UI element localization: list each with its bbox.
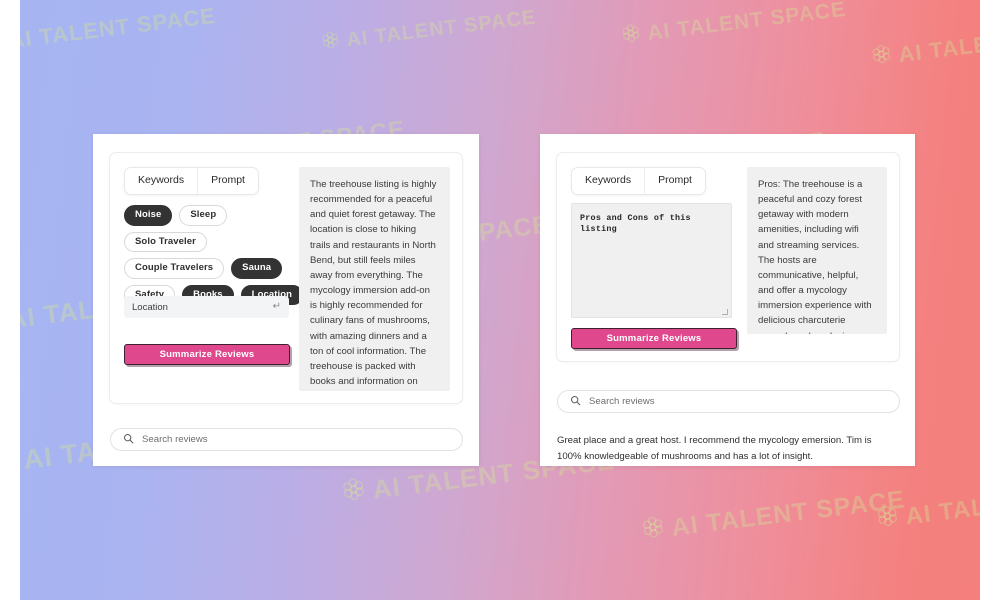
- watermark: AI TALENT SPACE: [869, 16, 980, 73]
- watermark-label: AI TALENT SPACE: [904, 476, 980, 531]
- watermark-label: AI TALENT SPACE: [20, 2, 218, 54]
- summary-output-right: Pros: The treehouse is a peaceful and co…: [747, 167, 887, 334]
- watermark: AI TALENT SPACE: [319, 5, 537, 57]
- prompt-card: Keywords Prompt Pros and Cons of this li…: [540, 134, 915, 466]
- search-reviews-bar-left[interactable]: Search reviews: [110, 428, 463, 451]
- search-input-left[interactable]: Search reviews: [142, 434, 208, 445]
- tab-group-right: Keywords Prompt: [571, 167, 706, 195]
- chip-sleep[interactable]: Sleep: [179, 205, 228, 226]
- flower-cluster-icon: [639, 513, 668, 548]
- summarize-reviews-button-right[interactable]: Summarize Reviews: [571, 328, 737, 349]
- chip-noise[interactable]: Noise: [124, 205, 173, 226]
- watermark-label: AI TALENT SPACE: [897, 17, 980, 68]
- tab-group-left: Keywords Prompt: [124, 167, 259, 195]
- search-icon: [570, 393, 581, 411]
- location-input-value: Location: [132, 301, 168, 313]
- prompt-textarea-value: Pros and Cons of this listing: [580, 213, 691, 234]
- flower-cluster-icon: [619, 21, 643, 50]
- search-icon: [123, 431, 134, 449]
- resize-handle-icon[interactable]: [722, 309, 729, 316]
- prompt-textarea[interactable]: Pros and Cons of this listing: [571, 203, 732, 318]
- summarize-reviews-button-left[interactable]: Summarize Reviews: [124, 344, 290, 365]
- chip-sauna[interactable]: Sauna: [231, 258, 283, 279]
- flower-cluster-icon: [874, 503, 902, 537]
- flower-cluster-icon: [869, 42, 894, 72]
- watermark-label: AI TALENT SPACE: [646, 0, 848, 45]
- watermark: AI TALENT SPACE: [619, 0, 847, 51]
- tab-keywords[interactable]: Keywords: [125, 168, 198, 194]
- summary-output-left: The treehouse listing is highly recommen…: [299, 167, 450, 391]
- prompt-panel: Keywords Prompt Pros and Cons of this li…: [556, 152, 900, 362]
- search-reviews-bar-right[interactable]: Search reviews: [557, 390, 900, 413]
- tab-keywords[interactable]: Keywords: [572, 168, 645, 194]
- location-input[interactable]: Location ↵: [124, 296, 289, 318]
- keyword-chip-list: Noise Sleep Solo Traveler Couple Travele…: [124, 205, 304, 305]
- watermark: AI TALENT SPACE: [874, 475, 980, 537]
- chip-solo-traveler[interactable]: Solo Traveler: [124, 231, 207, 252]
- watermark-label: AI TALENT SPACE: [669, 485, 907, 542]
- review-item-text: Great place and a great host. I recommen…: [557, 435, 872, 462]
- watermark: AI TALENT SPACE: [20, 2, 217, 59]
- watermark: AI TALENT SPACE: [639, 484, 907, 548]
- tab-prompt[interactable]: Prompt: [644, 168, 705, 194]
- keywords-card: Keywords Prompt Noise Sleep Solo Travele…: [93, 134, 479, 466]
- enter-key-icon[interactable]: ↵: [273, 302, 281, 312]
- watermark-label: AI TALENT SPACE: [345, 6, 538, 52]
- keywords-panel: Keywords Prompt Noise Sleep Solo Travele…: [109, 152, 463, 404]
- tab-prompt[interactable]: Prompt: [197, 168, 258, 194]
- chip-couple-travelers[interactable]: Couple Travelers: [124, 258, 225, 279]
- flower-cluster-icon: [319, 29, 342, 57]
- search-input-right[interactable]: Search reviews: [589, 396, 655, 407]
- flower-cluster-icon: [339, 474, 369, 510]
